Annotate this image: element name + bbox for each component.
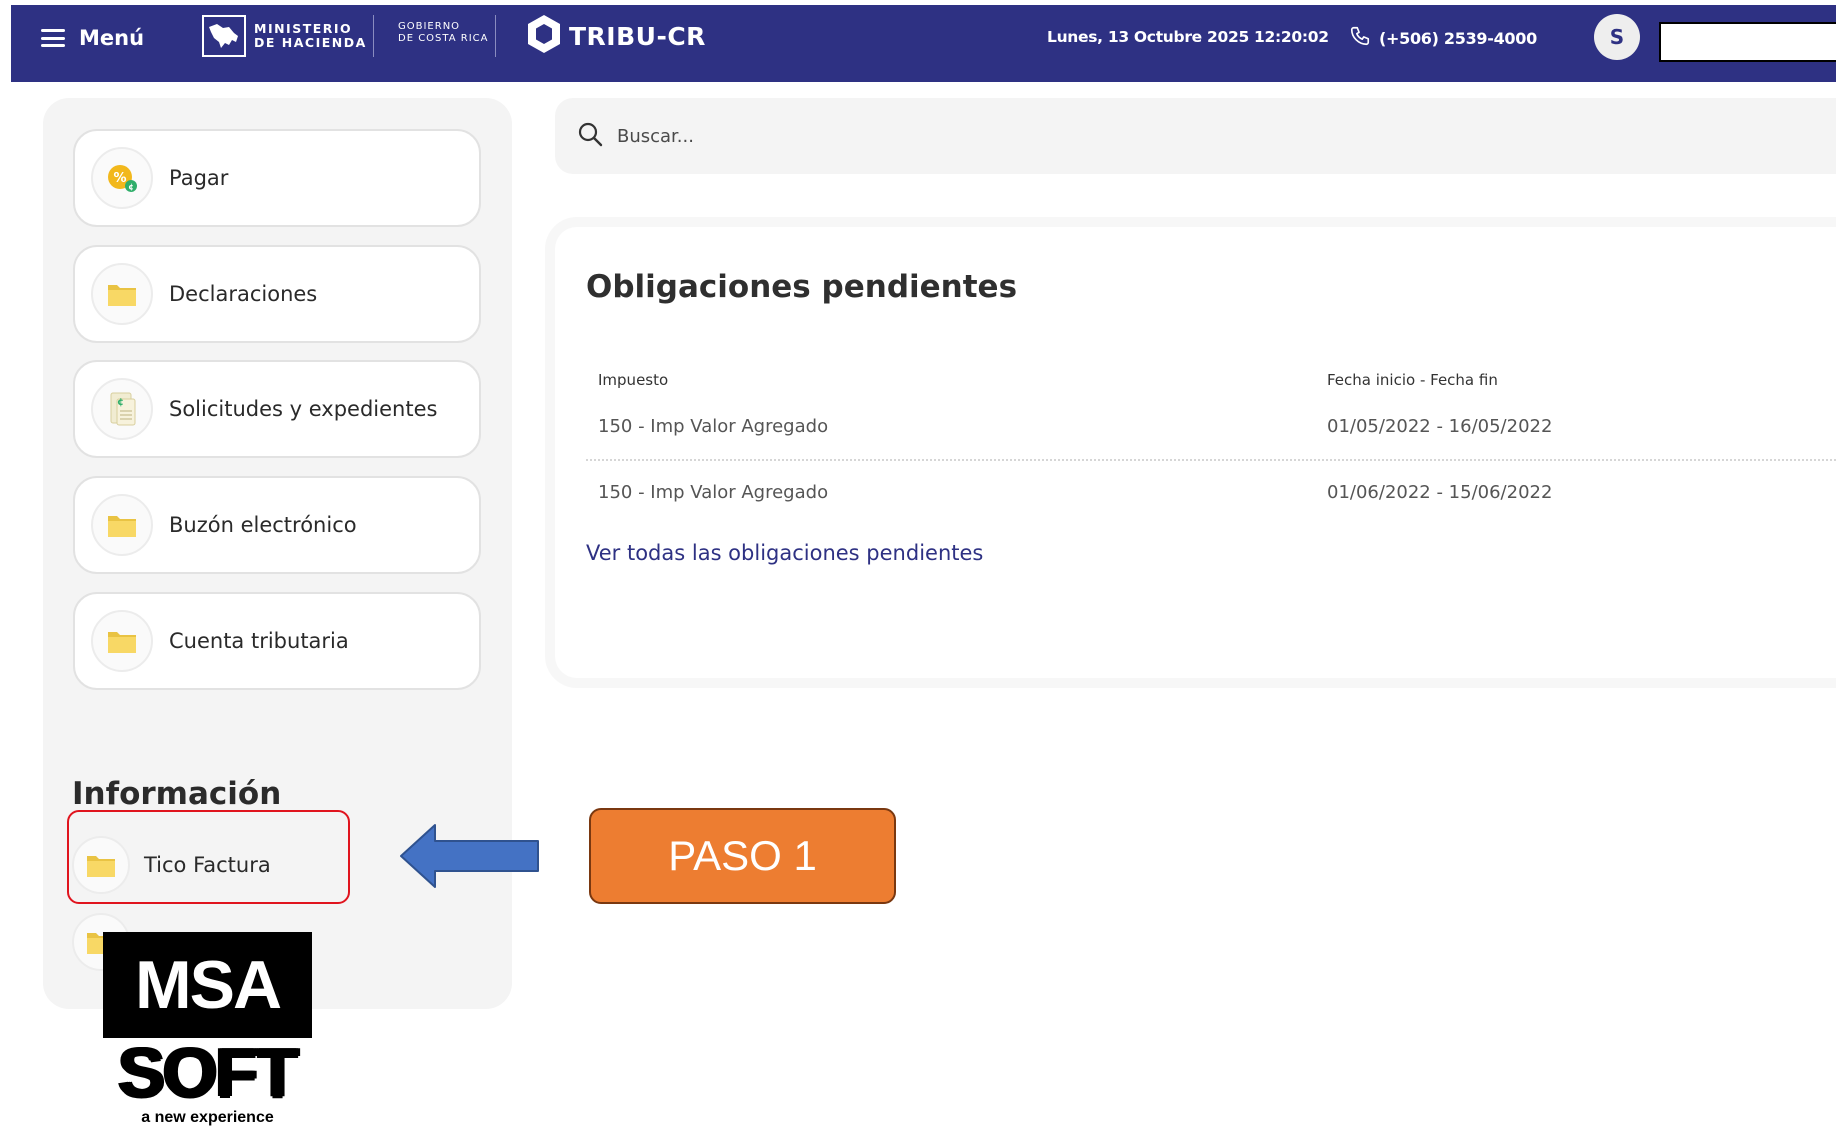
- top-navigation-bar: Menú MINISTERIO DE HACIENDA GOBIERNO DE …: [11, 5, 1836, 82]
- folder-icon: [72, 836, 130, 894]
- folder-icon: [91, 263, 153, 325]
- action-label: Buzón electrónico: [169, 513, 357, 537]
- row-divider: [586, 459, 1836, 461]
- menu-button[interactable]: Menú: [41, 23, 144, 53]
- ministry-name: MINISTERIO DE HACIENDA: [254, 21, 367, 50]
- svg-text:¢: ¢: [117, 397, 124, 408]
- step-label-badge: PASO 1: [589, 808, 896, 904]
- view-all-obligations-link[interactable]: Ver todas las obligaciones pendientes: [586, 541, 983, 565]
- current-datetime: Lunes, 13 Octubre 2025 12:20:02: [1047, 28, 1329, 46]
- hamburger-icon: [41, 29, 65, 47]
- svg-text:%: %: [113, 171, 126, 186]
- table-row-tax: 150 - Imp Valor Agregado: [598, 482, 829, 503]
- search-icon: [555, 121, 603, 151]
- action-card-declaraciones[interactable]: Declaraciones: [73, 245, 481, 343]
- pointer-arrow-icon: [400, 824, 539, 888]
- folder-icon: [91, 610, 153, 672]
- costa-rica-map-icon: [202, 15, 246, 57]
- header-divider: [495, 15, 496, 57]
- document-dollar-icon: ¢: [91, 378, 153, 440]
- info-item-label: Tico Factura: [144, 853, 271, 877]
- phone-icon: [1349, 25, 1371, 51]
- hexagon-logo-icon: [525, 13, 563, 59]
- user-name-redacted: [1659, 22, 1836, 62]
- panel-title: Obligaciones pendientes: [586, 269, 1018, 305]
- logo-tagline: a new experience: [141, 1109, 274, 1126]
- column-header-fechas: Fecha inicio - Fecha fin: [1327, 371, 1498, 389]
- info-section-heading: Información: [72, 776, 282, 812]
- action-label: Solicitudes y expedientes: [169, 397, 438, 421]
- svg-text:¢: ¢: [128, 183, 134, 192]
- obligations-panel: Obligaciones pendientes Impuesto Fecha i…: [555, 227, 1836, 678]
- info-item-tico-factura[interactable]: Tico Factura: [72, 836, 271, 894]
- menu-label: Menú: [79, 26, 145, 50]
- logo-text: SOFT: [118, 1033, 299, 1111]
- table-row-period: 01/06/2022 - 15/06/2022: [1327, 482, 1553, 503]
- search-bar[interactable]: [555, 98, 1836, 174]
- action-card-cuenta-tributaria[interactable]: Cuenta tributaria: [73, 592, 481, 690]
- column-header-impuesto: Impuesto: [598, 371, 669, 389]
- user-avatar[interactable]: S: [1594, 14, 1640, 60]
- tribu-cr-logo[interactable]: TRIBU-CR: [525, 12, 706, 60]
- action-label: Declaraciones: [169, 282, 318, 306]
- folder-icon: [91, 494, 153, 556]
- action-card-buzon[interactable]: Buzón electrónico: [73, 476, 481, 574]
- msa-soft-watermark-logo: MSA SOFT a new experience: [103, 932, 312, 1129]
- government-name: GOBIERNO DE COSTA RICA: [398, 21, 489, 44]
- action-label: Cuenta tributaria: [169, 629, 349, 653]
- action-card-solicitudes[interactable]: ¢ Solicitudes y expedientes: [73, 360, 481, 458]
- action-label: Pagar: [169, 166, 229, 190]
- phone-contact[interactable]: (+506) 2539-4000: [1349, 25, 1537, 51]
- pay-percent-icon: % ¢: [91, 147, 153, 209]
- header-divider: [373, 15, 374, 57]
- table-row-tax: 150 - Imp Valor Agregado: [598, 416, 829, 437]
- search-input[interactable]: [617, 125, 1717, 147]
- phone-number: (+506) 2539-4000: [1379, 28, 1537, 48]
- table-row-period: 01/05/2022 - 16/05/2022: [1327, 416, 1553, 437]
- ministerio-hacienda-logo: MINISTERIO DE HACIENDA: [202, 14, 367, 58]
- action-card-pagar[interactable]: % ¢ Pagar: [73, 129, 481, 227]
- app-name: TRIBU-CR: [569, 21, 706, 51]
- logo-text: MSA: [103, 932, 312, 1038]
